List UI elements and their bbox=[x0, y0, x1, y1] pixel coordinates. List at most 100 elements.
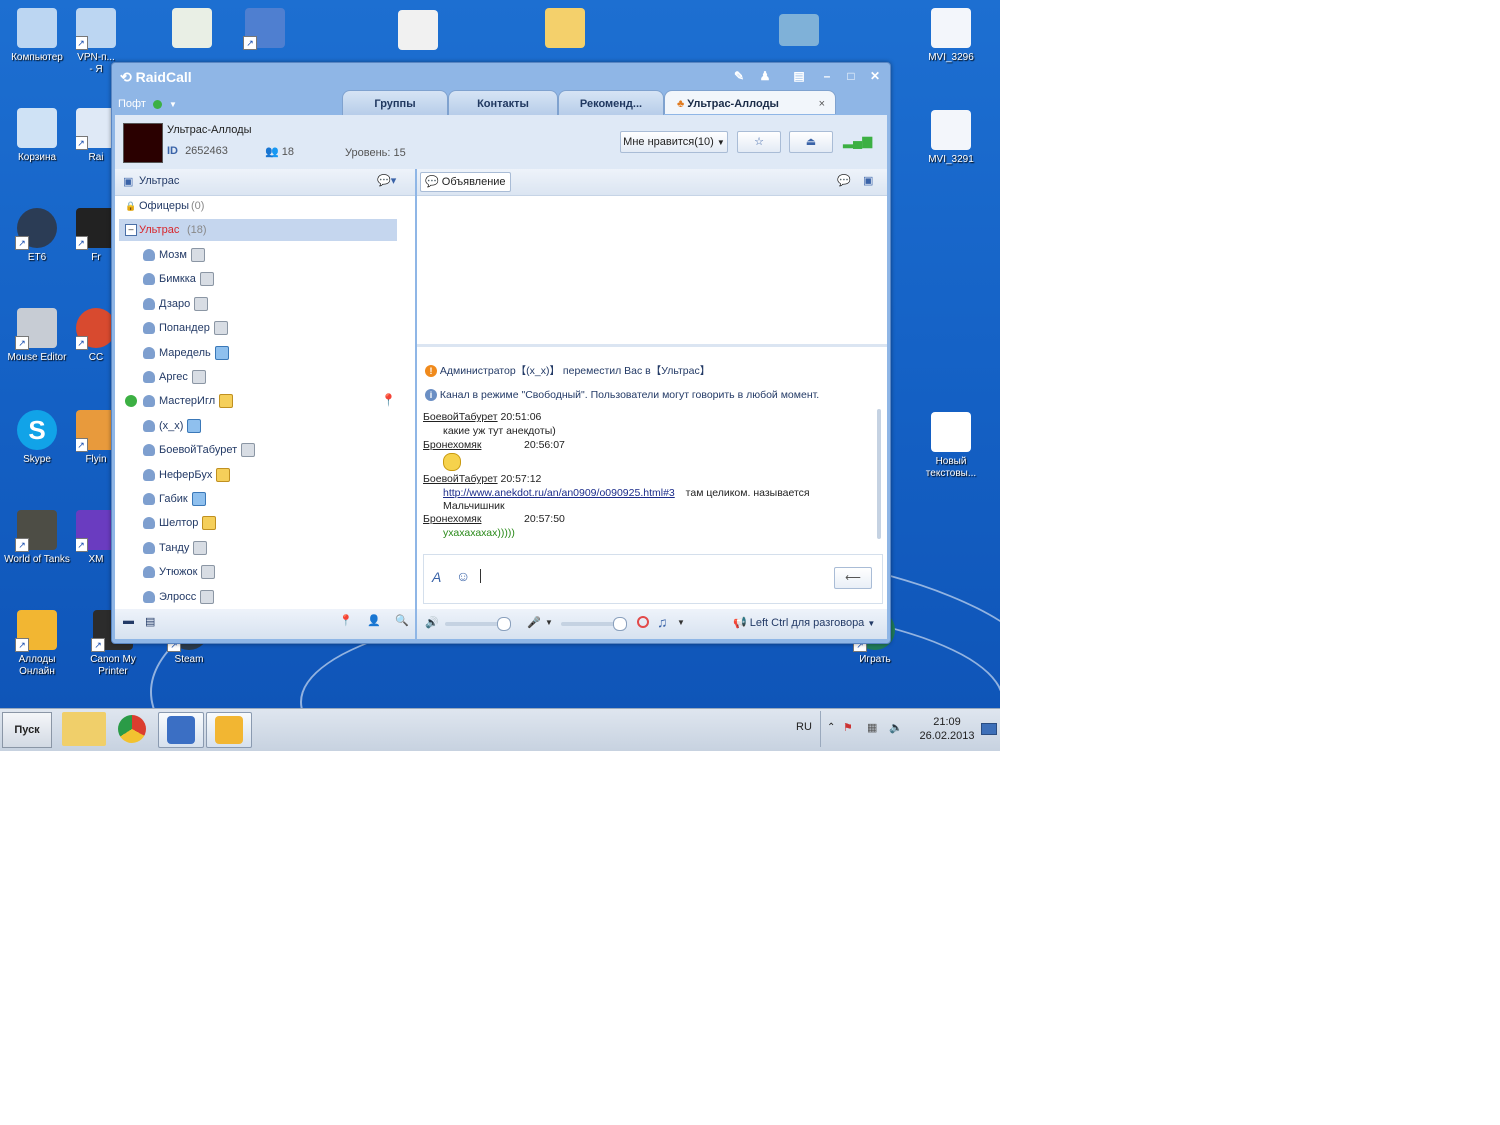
tab-channel[interactable]: ♣ Ультрас-Аллоды × bbox=[664, 90, 836, 114]
desktop-icon-flyin[interactable]: ↗ Flyin bbox=[76, 410, 116, 466]
chat-username[interactable]: БоевойТабурет bbox=[423, 411, 498, 423]
user-list-item[interactable]: БоевойТабурет bbox=[143, 438, 256, 462]
user-list-item[interactable]: Элросс bbox=[143, 585, 215, 609]
desktop-icon-vpn[interactable]: ↗ VPN-п... - Я bbox=[76, 8, 116, 76]
user-list-item[interactable]: (x_x) bbox=[143, 414, 202, 438]
group-officers[interactable]: 🔒 Офицеры (0) bbox=[115, 195, 415, 217]
chat-scrollbar[interactable] bbox=[877, 409, 881, 539]
desktop-icon-tool[interactable]: ↗ bbox=[228, 8, 302, 52]
close-button[interactable]: ✕ bbox=[866, 68, 884, 84]
location-icon[interactable]: 📍 bbox=[339, 614, 353, 627]
user-status[interactable]: Пофт ▼ bbox=[118, 98, 177, 110]
desktop-icon-mvi3296[interactable]: MVI_3296 bbox=[914, 8, 988, 64]
chat-username[interactable]: БоевойТабурет bbox=[423, 473, 498, 485]
minimize-button[interactable]: – bbox=[818, 68, 836, 84]
desktop-icon-mvi3291[interactable]: MVI_3291 bbox=[914, 110, 988, 166]
shirt-icon[interactable]: ♟ bbox=[756, 68, 774, 84]
title-bar[interactable]: ⟲ RaidCall ✎ ♟ ▤ – □ ✕ bbox=[112, 63, 890, 91]
location-pin-icon[interactable]: 📍 bbox=[381, 393, 396, 407]
maximize-button[interactable]: □ bbox=[842, 68, 860, 84]
show-desktop-icon[interactable] bbox=[981, 723, 997, 735]
chat-settings-icon[interactable]: 💬▾ bbox=[377, 174, 396, 187]
user-icon[interactable]: 👤 bbox=[367, 614, 381, 627]
desktop-icon-image[interactable] bbox=[762, 14, 836, 50]
language-indicator[interactable]: RU bbox=[796, 721, 812, 733]
desktop-icon-avi[interactable] bbox=[381, 10, 455, 54]
desktop-icon-mouse-editor[interactable]: ↗ Mouse Editor bbox=[0, 308, 74, 364]
icon-label: Canon My Printer bbox=[90, 654, 136, 677]
exit-channel-button[interactable]: ⏏ bbox=[789, 131, 833, 153]
slider-knob[interactable] bbox=[613, 617, 627, 631]
user-list-item[interactable]: Утюжок bbox=[143, 560, 216, 584]
search-icon[interactable]: 🔍 bbox=[395, 614, 409, 627]
record-icon[interactable] bbox=[637, 616, 649, 628]
desktop-icon-wot[interactable]: ↗ World of Tanks bbox=[0, 510, 74, 566]
emoticon-icon[interactable]: ☺ bbox=[456, 568, 470, 584]
volume-icon[interactable]: 🔈 bbox=[889, 721, 903, 734]
allods-taskbar-button[interactable] bbox=[206, 712, 252, 748]
chat-link[interactable]: http://www.anekdot.ru/an/an0909/o090925.… bbox=[443, 487, 675, 499]
user-list-item[interactable]: Бимкка bbox=[143, 267, 214, 291]
clock[interactable]: 21:09 26.02.2013 bbox=[919, 715, 975, 743]
desktop-icon-skype[interactable]: S Skype bbox=[0, 410, 74, 466]
user-list-item[interactable]: Мозм bbox=[143, 243, 205, 267]
tab-close-icon[interactable]: × bbox=[819, 91, 825, 117]
desktop-icon-et6[interactable]: ↗ ET6 bbox=[0, 208, 74, 264]
announcement-button[interactable]: 💬 Объявление bbox=[420, 172, 511, 192]
tab-recommended[interactable]: Рекоменд... bbox=[558, 90, 664, 115]
user-list-item[interactable]: Шелтор bbox=[143, 511, 217, 535]
chat-username[interactable]: Бронехомяк bbox=[423, 439, 481, 451]
collapse-all-icon[interactable]: ▬ bbox=[123, 615, 134, 627]
room-name[interactable]: Ультрас bbox=[139, 175, 179, 187]
music-icon[interactable]: ♫ bbox=[657, 614, 668, 630]
desktop-icon-recycle[interactable]: Корзина bbox=[0, 108, 74, 164]
user-list-item[interactable]: Дзаро bbox=[143, 292, 209, 316]
user-list-item[interactable]: Маредель bbox=[143, 341, 229, 365]
speaker-icon[interactable]: 🔊 bbox=[425, 616, 439, 629]
microphone-icon[interactable]: 🎤 bbox=[527, 616, 541, 629]
push-to-talk-selector[interactable]: 📢 Left Ctrl для разговора ▼ bbox=[733, 616, 875, 629]
font-icon[interactable]: A bbox=[432, 569, 441, 585]
user-list-item[interactable]: МастерИгл bbox=[143, 389, 234, 413]
desktop-icon-allods[interactable]: ↗ Аллоды Онлайн bbox=[0, 610, 74, 678]
slider-knob[interactable] bbox=[497, 617, 511, 631]
gift-icon[interactable]: ▣ bbox=[863, 174, 873, 187]
tab-groups[interactable]: Группы bbox=[342, 90, 448, 115]
like-dropdown[interactable]: Мне нравится(10) ▼ bbox=[620, 131, 728, 153]
desktop-icon-cc[interactable]: ↗ CC bbox=[76, 308, 116, 364]
network-icon[interactable]: ▦ bbox=[867, 721, 877, 734]
chevron-down-icon[interactable]: ▼ bbox=[545, 618, 553, 627]
tab-contacts[interactable]: Контакты bbox=[448, 90, 558, 115]
card-icon[interactable]: ▤ bbox=[145, 615, 155, 628]
start-button[interactable]: Пуск bbox=[2, 712, 52, 748]
desktop-icon-computer[interactable]: Компьютер bbox=[0, 8, 74, 64]
desktop-icon-xm[interactable]: ↗ XM bbox=[76, 510, 116, 566]
chat-bubble-icon[interactable]: 💬 bbox=[837, 174, 851, 187]
edit-icon[interactable]: ✎ bbox=[730, 68, 748, 84]
desktop-icon-textfile[interactable]: Новый текстовы... bbox=[914, 412, 988, 480]
user-list-item[interactable]: Габик bbox=[143, 487, 206, 511]
group-ultras[interactable]: – Ультрас (18) bbox=[119, 219, 397, 241]
send-button[interactable]: ⟵ bbox=[834, 567, 872, 589]
raidcall-taskbar-button[interactable] bbox=[158, 712, 204, 748]
chrome-taskbar-button[interactable] bbox=[110, 712, 154, 746]
desktop-icon-folder[interactable] bbox=[528, 8, 602, 52]
user-list-item[interactable]: Аргес bbox=[143, 365, 206, 389]
desktop-icon-spreadsheet[interactable] bbox=[155, 8, 229, 52]
action-center-icon[interactable]: ⚑ bbox=[843, 721, 853, 734]
notes-icon[interactable]: ▤ bbox=[790, 68, 808, 84]
collapse-icon[interactable]: – bbox=[125, 224, 137, 236]
explorer-taskbar-button[interactable] bbox=[62, 712, 106, 746]
user-list-item[interactable]: НеферБух bbox=[143, 463, 231, 487]
chevron-down-icon[interactable]: ▼ bbox=[677, 618, 685, 627]
desktop-icon-rai[interactable]: ↗ Rai bbox=[76, 108, 116, 164]
user-list-item[interactable]: Танду bbox=[143, 536, 208, 560]
favorite-button[interactable]: ☆ bbox=[737, 131, 781, 153]
microphone-volume-slider[interactable] bbox=[561, 617, 627, 631]
speaker-volume-slider[interactable] bbox=[445, 617, 511, 631]
show-hidden-icons[interactable]: ⌃ bbox=[827, 722, 835, 733]
user-list-item[interactable]: Попандер bbox=[143, 316, 228, 340]
message-input[interactable]: A ☺ ⟵ bbox=[423, 554, 883, 604]
desktop-icon-fr[interactable]: ↗ Fr bbox=[76, 208, 116, 264]
chat-username[interactable]: Бронехомяк bbox=[423, 513, 481, 525]
